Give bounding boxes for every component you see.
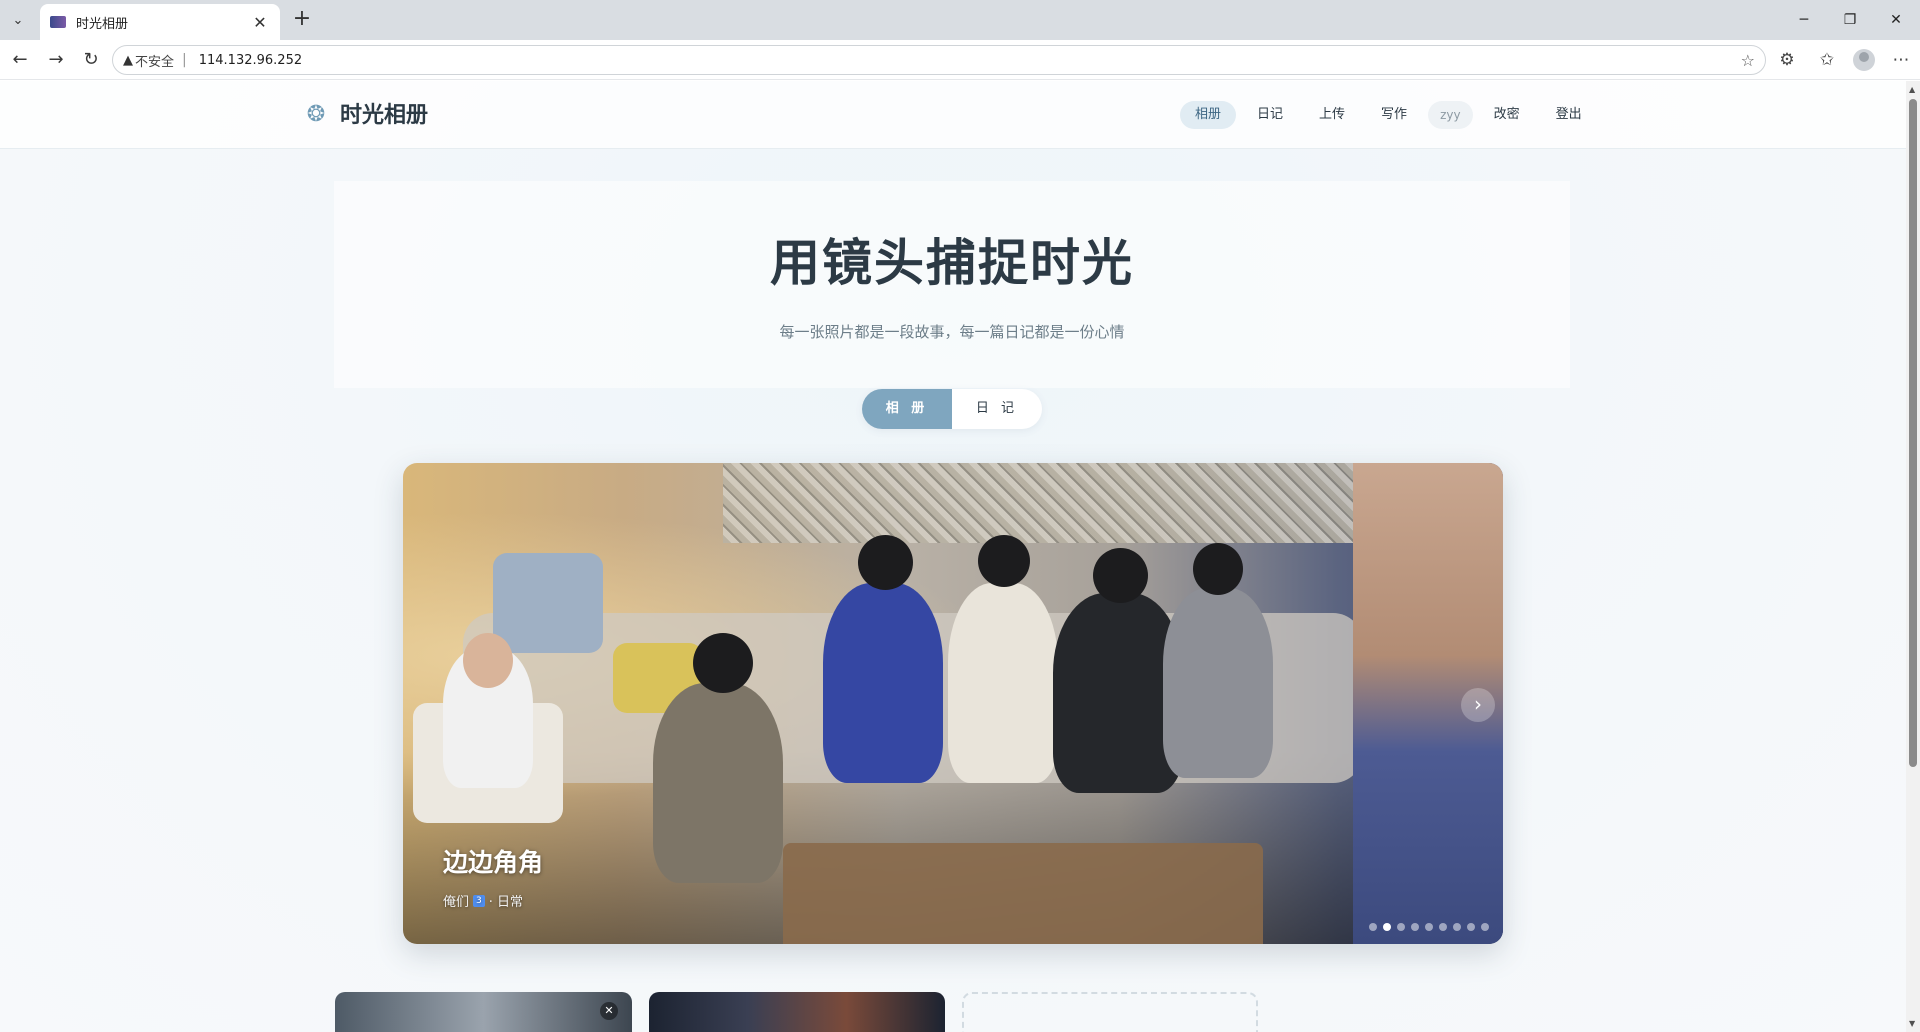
browser-tabbar: ⌄ 时光相册 ✕ + ─ ❐ ✕ — [0, 0, 1920, 40]
nav-username: zyy — [1428, 101, 1473, 129]
nav-album[interactable]: 相册 — [1180, 101, 1237, 129]
carousel-caption-title: 边边角角 — [443, 848, 544, 877]
hero-section: 用镜头捕捉时光 每一张照片都是一段故事，每一篇日记都是一份心情 — [334, 181, 1570, 388]
carousel-dot[interactable] — [1383, 923, 1391, 931]
main-nav: 相册 日记 上传 写作 zyy 改密 登出 — [1180, 101, 1597, 129]
minimize-icon[interactable]: ─ — [1784, 8, 1824, 32]
photo-head — [693, 633, 753, 693]
favicon-icon — [50, 16, 66, 28]
photo-person — [1163, 588, 1273, 778]
photo-person — [948, 583, 1058, 783]
photo-table — [783, 843, 1263, 944]
tab-list-icon[interactable]: ⌄ — [4, 6, 32, 34]
photo-person — [653, 683, 783, 883]
address-separator: | — [182, 52, 187, 68]
carousel-dot[interactable] — [1411, 923, 1419, 931]
carousel-dot[interactable] — [1425, 923, 1433, 931]
scroll-thumb[interactable] — [1909, 99, 1917, 767]
caption-badge: 3 — [473, 894, 485, 907]
carousel-photo — [403, 463, 1503, 944]
warning-icon: ▲ — [123, 52, 133, 68]
profile-avatar-icon[interactable] — [1853, 49, 1875, 71]
hero-title: 用镜头捕捉时光 — [770, 233, 1134, 292]
switch-diary-button[interactable]: 日 记 — [952, 389, 1042, 429]
nav-diary[interactable]: 日记 — [1242, 101, 1298, 129]
tab-title: 时光相册 — [76, 16, 129, 32]
forward-icon[interactable]: → — [44, 48, 68, 72]
security-label[interactable]: 不安全 — [135, 51, 174, 70]
photo-head — [1093, 548, 1148, 603]
nav-upload[interactable]: 上传 — [1304, 101, 1360, 129]
address-bar[interactable]: ▲ 不安全 | 114.132.96.252 ☆ — [112, 45, 1766, 75]
tab-close-icon[interactable]: ✕ — [250, 13, 270, 32]
carousel-next-icon[interactable]: › — [1461, 688, 1495, 722]
extensions-icon[interactable]: ⚙ — [1775, 48, 1799, 72]
logo-gear-icon: ❂ — [306, 102, 326, 127]
photo-head — [978, 535, 1030, 587]
scroll-up-icon[interactable]: ▲ — [1909, 85, 1915, 94]
favorites-icon[interactable]: ✩ — [1815, 48, 1839, 72]
browser-toolbar: ← → ↻ ▲ 不安全 | 114.132.96.252 ☆ ⚙ ✩ ⋯ — [0, 40, 1920, 80]
view-switch: 相 册 日 记 — [862, 389, 1042, 429]
more-menu-icon[interactable]: ⋯ — [1889, 48, 1913, 72]
card-close-icon[interactable]: ✕ — [600, 1002, 618, 1020]
photo-pillow — [493, 553, 603, 653]
photo-head — [1193, 543, 1243, 595]
nav-logout[interactable]: 登出 — [1541, 101, 1597, 129]
reload-icon[interactable]: ↻ — [79, 48, 103, 72]
scroll-down-icon[interactable]: ▼ — [1909, 1019, 1915, 1028]
carousel-dot[interactable] — [1453, 923, 1461, 931]
album-card[interactable] — [649, 992, 945, 1032]
album-card-placeholder[interactable] — [962, 992, 1258, 1032]
carousel-dot[interactable] — [1439, 923, 1447, 931]
carousel-dot[interactable] — [1397, 923, 1405, 931]
album-card[interactable]: ✕ — [335, 992, 632, 1032]
caption-category: · 日常 — [488, 895, 524, 910]
switch-album-button[interactable]: 相 册 — [862, 389, 952, 429]
carousel-dots — [1369, 923, 1489, 931]
photo-head — [858, 535, 913, 590]
photo-face — [463, 633, 513, 688]
carousel-caption-meta: 俺们 3 · 日常 — [443, 891, 523, 910]
photo-person — [823, 583, 943, 783]
nav-change-password[interactable]: 改密 — [1479, 101, 1535, 129]
hero-subtitle: 每一张照片都是一段故事，每一篇日记都是一份心情 — [779, 323, 1125, 341]
carousel-dot[interactable] — [1369, 923, 1377, 931]
page-scrollbar[interactable]: ▲ ▼ — [1906, 81, 1920, 1032]
site-header: ❂ 时光相册 相册 日记 上传 写作 zyy 改密 登出 — [0, 81, 1906, 149]
carousel-dot[interactable] — [1481, 923, 1489, 931]
close-window-icon[interactable]: ✕ — [1876, 8, 1916, 32]
back-icon[interactable]: ← — [8, 48, 32, 72]
new-tab-icon[interactable]: + — [290, 8, 314, 32]
page-viewport: ❂ 时光相册 相册 日记 上传 写作 zyy 改密 登出 用镜头捕捉时光 每一张… — [0, 81, 1906, 1032]
browser-tab[interactable]: 时光相册 ✕ — [40, 4, 280, 40]
carousel-dot[interactable] — [1467, 923, 1475, 931]
photo-carousel[interactable]: 边边角角 俺们 3 · 日常 › — [403, 463, 1503, 944]
restore-icon[interactable]: ❐ — [1830, 8, 1870, 32]
photo-wallpaper — [723, 463, 1383, 543]
nav-write[interactable]: 写作 — [1366, 101, 1422, 129]
site-logo[interactable]: 时光相册 — [340, 97, 428, 129]
url-text[interactable]: 114.132.96.252 — [199, 53, 1741, 68]
bookmark-star-icon[interactable]: ☆ — [1741, 51, 1755, 70]
caption-author: 俺们 — [443, 895, 470, 910]
